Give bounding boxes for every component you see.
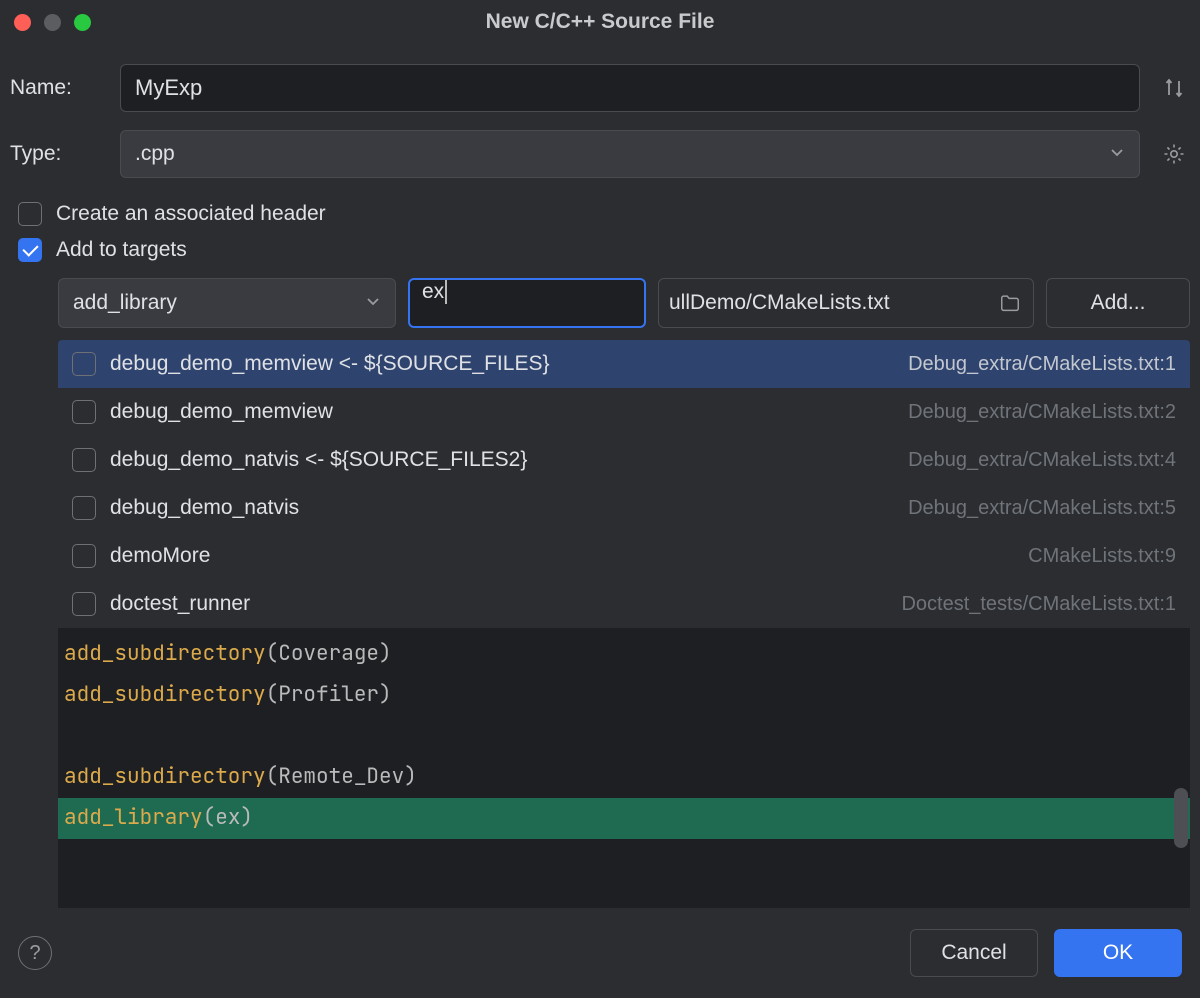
target-kind-select[interactable]: add_library (58, 278, 396, 328)
dialog-window: New C/C++ Source File Name: Type: .cpp (0, 0, 1200, 998)
list-item[interactable]: doctest_runner Doctest_tests/CMakeLists.… (58, 580, 1190, 628)
chevron-down-icon (1109, 142, 1125, 166)
name-input[interactable] (120, 64, 1140, 112)
list-item-label: doctest_runner (110, 592, 887, 616)
code-line-highlight: add_library(ex) (58, 798, 1190, 839)
list-item-location: CMakeLists.txt:9 (1028, 545, 1176, 568)
help-icon[interactable]: ? (18, 936, 52, 970)
list-item-label: debug_demo_memview <- ${SOURCE_FILES} (110, 352, 894, 376)
sort-icon[interactable] (1158, 72, 1190, 104)
list-item-location: Debug_extra/CMakeLists.txt:2 (908, 401, 1176, 424)
folder-icon (999, 292, 1021, 314)
list-item-location: Doctest_tests/CMakeLists.txt:1 (901, 593, 1176, 616)
chevron-down-icon (365, 291, 381, 315)
list-item-checkbox[interactable] (72, 544, 96, 568)
add-targets-label: Add to targets (56, 238, 187, 262)
create-header-row[interactable]: Create an associated header (10, 196, 1190, 232)
code-line: add_subdirectory(Coverage) (58, 634, 1190, 675)
targets-list: debug_demo_memview <- ${SOURCE_FILES} De… (58, 340, 1190, 628)
code-line: add_subdirectory(Remote_Dev) (58, 757, 1190, 798)
cancel-button[interactable]: Cancel (910, 929, 1038, 977)
list-item-location: Debug_extra/CMakeLists.txt:1 (908, 353, 1176, 376)
name-label: Name: (10, 76, 102, 100)
list-item-label: debug_demo_natvis (110, 496, 894, 520)
list-item-checkbox[interactable] (72, 496, 96, 520)
close-window-icon[interactable] (14, 14, 31, 31)
list-item-label: demoMore (110, 544, 1014, 568)
list-item-label: debug_demo_natvis <- ${SOURCE_FILES2} (110, 448, 894, 472)
dialog-footer: ? Cancel OK (0, 908, 1200, 998)
zoom-window-icon[interactable] (74, 14, 91, 31)
list-item[interactable]: debug_demo_natvis Debug_extra/CMakeLists… (58, 484, 1190, 532)
create-header-checkbox[interactable] (18, 202, 42, 226)
list-item[interactable]: debug_demo_memview Debug_extra/CMakeList… (58, 388, 1190, 436)
target-search-input[interactable]: ex (408, 278, 646, 328)
text-caret (445, 280, 447, 304)
list-item[interactable]: demoMore CMakeLists.txt:9 (58, 532, 1190, 580)
ok-button[interactable]: OK (1054, 929, 1182, 977)
add-targets-checkbox[interactable] (18, 238, 42, 262)
target-search-value: ex (422, 280, 444, 303)
target-path-text: ullDemo/CMakeLists.txt (669, 291, 890, 315)
type-row: Type: .cpp (10, 130, 1190, 178)
list-item[interactable]: debug_demo_memview <- ${SOURCE_FILES} De… (58, 340, 1190, 388)
footer-buttons: Cancel OK (910, 929, 1182, 977)
gear-icon[interactable] (1158, 138, 1190, 170)
list-item-label: debug_demo_memview (110, 400, 894, 424)
type-select[interactable]: .cpp (120, 130, 1140, 178)
create-header-label: Create an associated header (56, 202, 326, 226)
code-line: add_subdirectory(Profiler) (58, 675, 1190, 716)
type-label: Type: (10, 142, 102, 166)
code-line (58, 716, 1190, 757)
type-value: .cpp (135, 142, 175, 166)
list-item-checkbox[interactable] (72, 592, 96, 616)
list-item-checkbox[interactable] (72, 352, 96, 376)
scrollbar-thumb[interactable] (1174, 788, 1188, 848)
dialog-body: Name: Type: .cpp (0, 44, 1200, 908)
titlebar: New C/C++ Source File (0, 0, 1200, 44)
list-item-location: Debug_extra/CMakeLists.txt:5 (908, 497, 1176, 520)
name-row: Name: (10, 64, 1190, 112)
code-preview: add_subdirectory(Coverage) add_subdirect… (58, 628, 1190, 908)
targets-controls: add_library ex ullDemo/CMakeLists.txt Ad… (10, 268, 1190, 340)
minimize-window-icon[interactable] (44, 14, 61, 31)
list-item-location: Debug_extra/CMakeLists.txt:4 (908, 449, 1176, 472)
window-controls (14, 14, 91, 31)
list-item-checkbox[interactable] (72, 400, 96, 424)
add-targets-row[interactable]: Add to targets (10, 232, 1190, 268)
window-title: New C/C++ Source File (0, 10, 1200, 34)
list-item[interactable]: debug_demo_natvis <- ${SOURCE_FILES2} De… (58, 436, 1190, 484)
list-item-checkbox[interactable] (72, 448, 96, 472)
target-kind-value: add_library (73, 291, 177, 315)
add-button[interactable]: Add... (1046, 278, 1190, 328)
target-path-display[interactable]: ullDemo/CMakeLists.txt (658, 278, 1034, 328)
